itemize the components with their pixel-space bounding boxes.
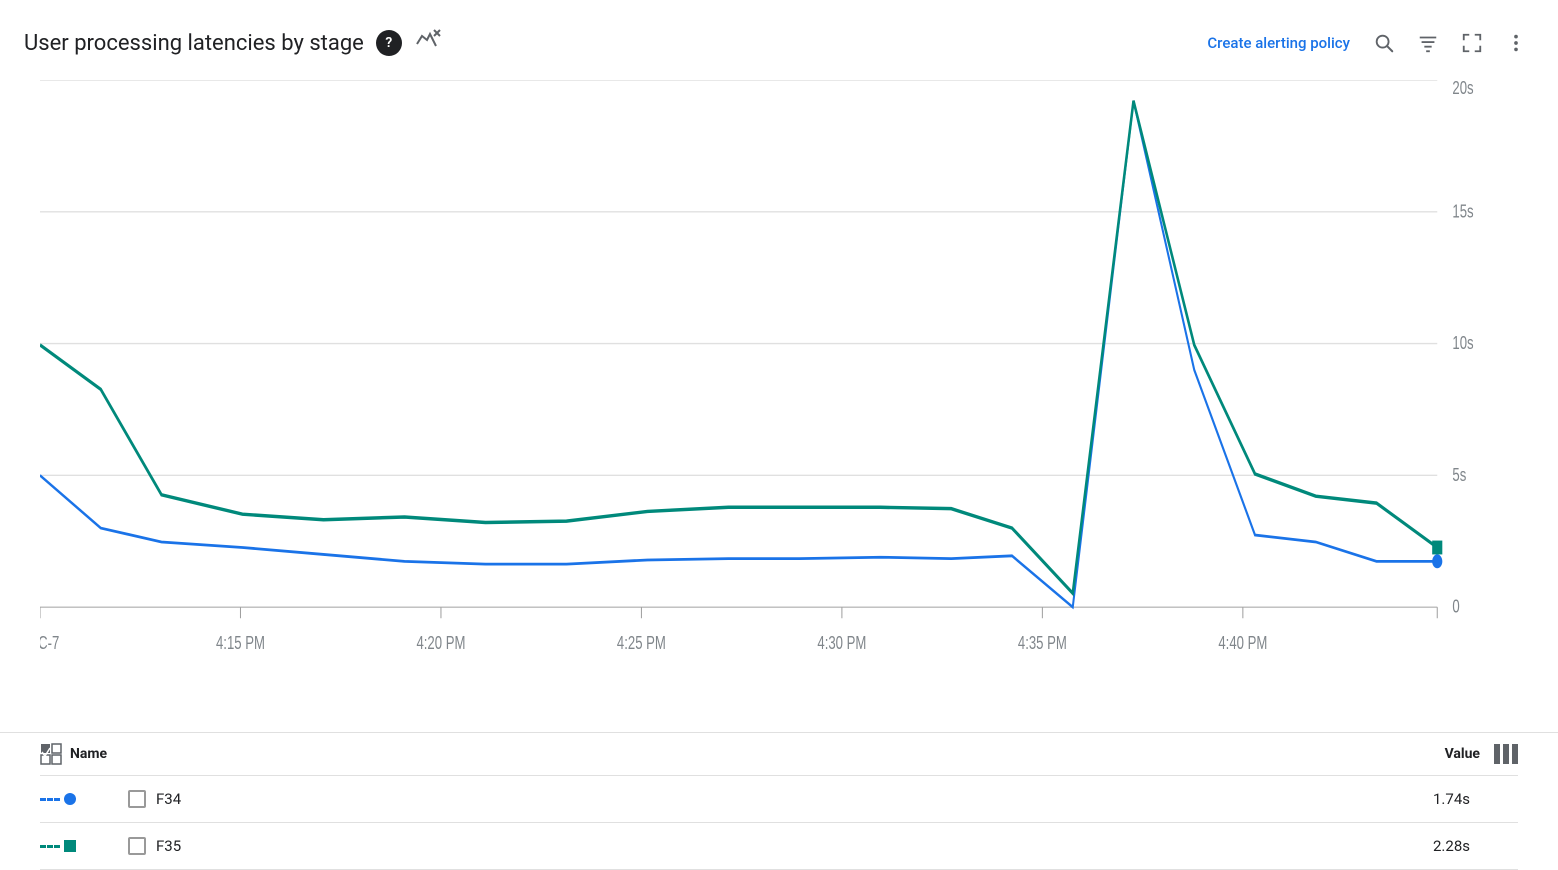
chart-container: User processing latencies by stage ? Cre… — [0, 0, 1558, 870]
f35-indicator — [40, 840, 120, 852]
legend-header-name: Name — [40, 743, 1445, 765]
f34-value: 1.74s — [1433, 790, 1470, 808]
f35-endpoint — [1432, 541, 1442, 555]
svg-text:4:35 PM: 4:35 PM — [1018, 634, 1067, 653]
filter-button[interactable] — [1410, 25, 1446, 61]
f35-checkbox[interactable] — [128, 837, 146, 855]
legend-value-header: Value — [1445, 746, 1480, 762]
svg-text:5s: 5s — [1452, 466, 1466, 485]
f34-checkbox[interactable] — [128, 790, 146, 808]
f34-name: F34 — [156, 790, 1433, 808]
header-icons — [1366, 25, 1534, 61]
legend-row-f34: F34 1.74s — [40, 776, 1518, 823]
legend-row-f35: F35 2.28s — [40, 823, 1518, 870]
f34-endpoint — [1432, 554, 1442, 568]
svg-text:UTC-7: UTC-7 — [40, 634, 59, 653]
svg-text:10s: 10s — [1452, 334, 1473, 353]
f35-value: 2.28s — [1433, 837, 1470, 855]
legend-section: Name Value F34 1.74s — [0, 732, 1558, 870]
help-icon[interactable]: ? — [376, 30, 402, 56]
f35-line — [40, 101, 1437, 593]
chart-header: User processing latencies by stage ? Cre… — [0, 0, 1558, 80]
column-picker-icon[interactable] — [1494, 744, 1518, 764]
more-button[interactable] — [1498, 25, 1534, 61]
svg-text:4:25 PM: 4:25 PM — [617, 634, 666, 653]
chart-area: UTC-7 4:15 PM 4:20 PM 4:25 PM 4:30 PM 4:… — [0, 80, 1558, 732]
chart-svg: UTC-7 4:15 PM 4:20 PM 4:25 PM 4:30 PM 4:… — [40, 80, 1498, 732]
fullscreen-button[interactable] — [1454, 25, 1490, 61]
create-alerting-link[interactable]: Create alerting policy — [1207, 34, 1350, 52]
f34-line — [40, 101, 1437, 607]
svg-text:4:40 PM: 4:40 PM — [1218, 634, 1267, 653]
f34-indicator — [40, 793, 120, 805]
anomaly-icon[interactable] — [414, 26, 442, 60]
svg-text:20s: 20s — [1452, 80, 1473, 98]
svg-text:4:20 PM: 4:20 PM — [416, 634, 465, 653]
chart-title: User processing latencies by stage — [24, 31, 364, 56]
search-button[interactable] — [1366, 25, 1402, 61]
chart-svg-wrapper: UTC-7 4:15 PM 4:20 PM 4:25 PM 4:30 PM 4:… — [40, 80, 1498, 732]
svg-text:4:30 PM: 4:30 PM — [817, 634, 866, 653]
svg-text:4:15 PM: 4:15 PM — [216, 634, 265, 653]
f35-name: F35 — [156, 837, 1433, 855]
svg-text:15s: 15s — [1452, 202, 1473, 221]
legend-header-value: Value — [1445, 744, 1518, 764]
legend-name-header: Name — [70, 746, 107, 762]
legend-grid-checkbox-icon[interactable] — [40, 743, 62, 765]
legend-header: Name Value — [40, 733, 1518, 776]
svg-text:0: 0 — [1452, 598, 1460, 617]
